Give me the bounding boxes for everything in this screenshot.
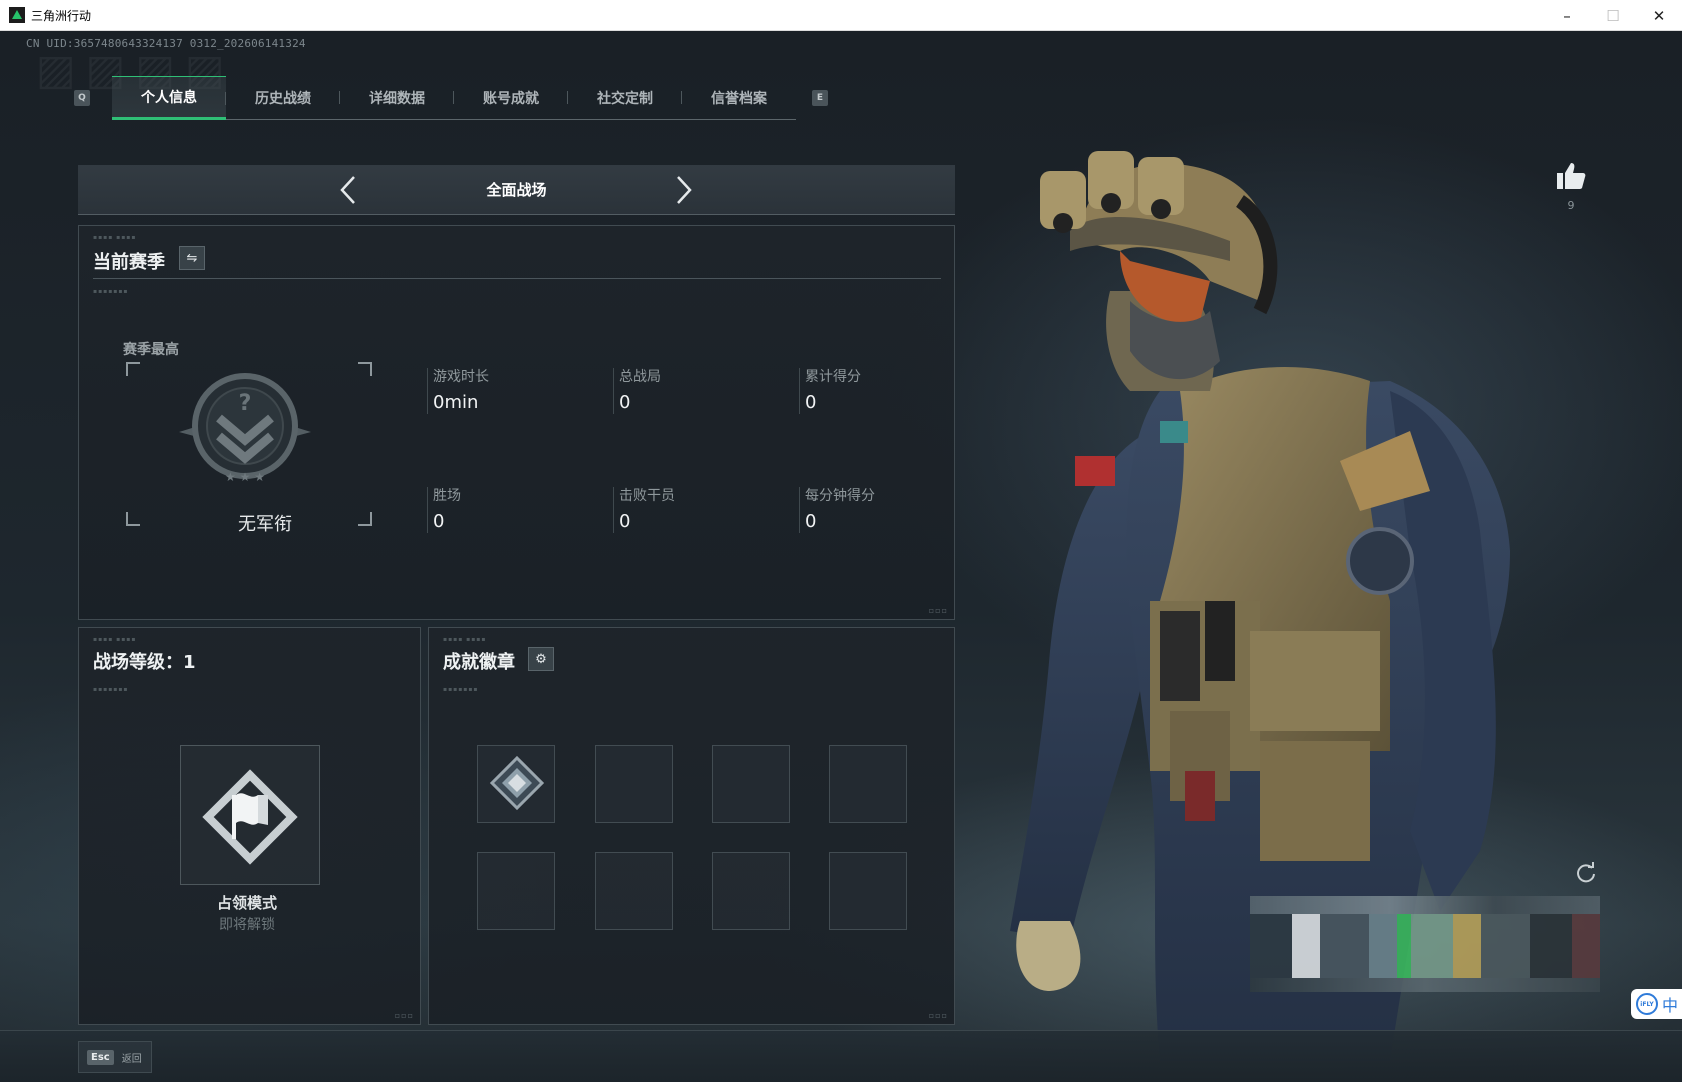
tab-detailed-data[interactable]: 详细数据 <box>340 76 454 119</box>
stat-value: 0min <box>433 392 479 413</box>
season-panel: ▪▪▪▪ ▪▪▪▪ 当前赛季 ⇋ ▪▪▪▪▪▪▪ 赛季最高 ? ★ ★ ★ 无军… <box>78 225 955 620</box>
back-label: 返回 <box>121 1053 142 1065</box>
season-divider <box>93 278 941 279</box>
stat-label: 每分钟得分 <box>805 488 875 504</box>
badges-title: 成就徽章 <box>443 652 515 673</box>
esc-key-hint: Esc <box>87 1049 114 1065</box>
close-button[interactable]: ✕ <box>1636 0 1682 31</box>
mode-unlock-status: 即将解锁 <box>219 917 275 933</box>
badge-slot[interactable] <box>595 852 673 930</box>
panel-corner-decor: ▫▫▫ <box>394 1011 414 1020</box>
stat-score-per-minute: 每分钟得分 0 <box>799 485 875 533</box>
prev-mode-button[interactable] <box>333 175 363 205</box>
stat-total-score: 累计得分 0 <box>799 366 861 414</box>
battlefield-level-panel: ▪▪▪▪ ▪▪▪▪ 战场等级：1 ▪▪▪▪▪▪▪ 占领模式 即将解锁 ▫▫▫ <box>78 627 421 1025</box>
stat-value: 0 <box>619 392 631 413</box>
stat-value: 0 <box>433 511 445 532</box>
badge-slot[interactable] <box>712 852 790 930</box>
stat-value: 0 <box>805 392 817 413</box>
next-tab-key-hint[interactable]: E <box>812 90 828 106</box>
ime-logo-icon: iFLY <box>1636 993 1658 1015</box>
badge-slot[interactable] <box>712 745 790 823</box>
tab-match-history[interactable]: 历史战绩 <box>226 76 340 119</box>
rank-emblem-icon: ? ★ ★ ★ <box>179 373 311 484</box>
stat-total-matches: 总战局 0 <box>613 366 661 414</box>
switch-season-button[interactable]: ⇋ <box>179 246 205 270</box>
battlefield-level-title: 战场等级：1 <box>93 652 196 673</box>
svg-text:?: ? <box>239 391 252 416</box>
bottom-bar: Esc 返回 <box>0 1030 1682 1082</box>
prev-tab-key-hint[interactable]: Q <box>74 90 90 106</box>
mode-name: 占领模式 <box>216 894 277 912</box>
swap-icon: ⇋ <box>186 250 198 266</box>
panel-decor-text: ▪▪▪▪▪▪▪ <box>93 686 129 693</box>
rotate-icon <box>1577 862 1595 883</box>
panel-corner-decor: ▫▫▫ <box>928 1011 948 1020</box>
chevron-left-icon <box>340 176 355 204</box>
rank-name: 无军衔 <box>238 514 292 535</box>
stat-value: 0 <box>619 511 631 532</box>
svg-text:★ ★ ★: ★ ★ ★ <box>225 470 265 484</box>
stat-label: 击败干员 <box>619 488 675 504</box>
top-tabs-bar: Q 个人信息 历史战绩 详细数据 账号成就 社交定制 信誉档案 E <box>74 76 834 142</box>
pixelated-redaction <box>1250 896 1600 992</box>
badge-slot[interactable] <box>477 852 555 930</box>
tab-list: 个人信息 历史战绩 详细数据 账号成就 社交定制 信誉档案 <box>112 76 796 120</box>
panel-decor-text: ▪▪▪▪ ▪▪▪▪ <box>443 636 487 643</box>
frame-corner <box>126 362 140 376</box>
badge-slot[interactable] <box>595 745 673 823</box>
achievement-badges-panel: ▪▪▪▪ ▪▪▪▪ 成就徽章 ⚙ ▪▪▪▪▪▪▪ ▫▫▫ <box>428 627 955 1025</box>
stat-value: 0 <box>805 511 817 532</box>
panel-decor-text: ▪▪▪▪ ▪▪▪▪ <box>93 636 137 643</box>
next-mode-button[interactable] <box>669 175 699 205</box>
maximize-button[interactable]: ☐ <box>1590 0 1636 31</box>
tab-credit-record[interactable]: 信誉档案 <box>682 76 796 119</box>
stat-label: 游戏时长 <box>433 369 489 385</box>
tab-achievements[interactable]: 账号成就 <box>454 76 568 119</box>
uid-label: CN UID:3657480643324137 0312_20260614132… <box>26 37 306 50</box>
stat-kills: 击败干员 0 <box>613 485 675 533</box>
thumbs-up-icon[interactable] <box>1555 161 1587 191</box>
season-title: 当前赛季 <box>93 252 165 273</box>
panel-decor-text: ▪▪▪▪▪▪▪ <box>443 686 479 693</box>
tab-social-customize[interactable]: 社交定制 <box>568 76 682 119</box>
game-viewport: ▨▨▨▨ CN UID:3657480643324137 0312_202606… <box>0 31 1682 1082</box>
panel-decor-text: ▪▪▪▪ ▪▪▪▪ <box>93 234 137 241</box>
stat-play-time: 游戏时长 0min <box>427 366 489 414</box>
chevron-right-icon <box>677 176 692 204</box>
season-best-label: 赛季最高 <box>123 342 179 358</box>
window-title: 三角洲行动 <box>31 8 92 23</box>
stat-label: 累计得分 <box>805 369 861 385</box>
diamond-badge-icon <box>489 755 545 811</box>
panel-decor-text: ▪▪▪▪▪▪▪ <box>93 288 129 295</box>
stat-wins: 胜场 0 <box>427 485 461 533</box>
tab-personal-info[interactable]: 个人信息 <box>112 76 226 120</box>
badge-slot[interactable] <box>829 745 907 823</box>
badge-slot[interactable] <box>477 745 555 823</box>
back-button[interactable]: Esc 返回 <box>78 1041 152 1073</box>
ime-language: 中 <box>1662 996 1679 1015</box>
frame-corner <box>358 362 372 376</box>
panel-corner-decor: ▫▫▫ <box>928 606 948 615</box>
window-controls: – ☐ ✕ <box>1544 0 1682 31</box>
mode-selector: 全面战场 <box>78 165 955 215</box>
rotate-model-button[interactable] <box>1572 859 1600 887</box>
ime-indicator[interactable]: iFLY 中 <box>1631 989 1682 1019</box>
app-logo-icon <box>9 7 25 23</box>
mode-title: 全面战场 <box>486 181 547 199</box>
stat-label: 胜场 <box>433 488 461 504</box>
badge-slot[interactable] <box>829 852 907 930</box>
stat-label: 总战局 <box>619 369 661 385</box>
flag-icon <box>202 769 298 865</box>
gear-icon: ⚙ <box>535 651 547 667</box>
occupation-mode-card[interactable] <box>180 745 320 885</box>
minimize-button[interactable]: – <box>1544 0 1590 31</box>
like-count: 9 <box>1567 199 1575 212</box>
window-titlebar: 三角洲行动 – ☐ ✕ <box>0 0 1682 31</box>
badges-settings-button[interactable]: ⚙ <box>528 647 554 671</box>
